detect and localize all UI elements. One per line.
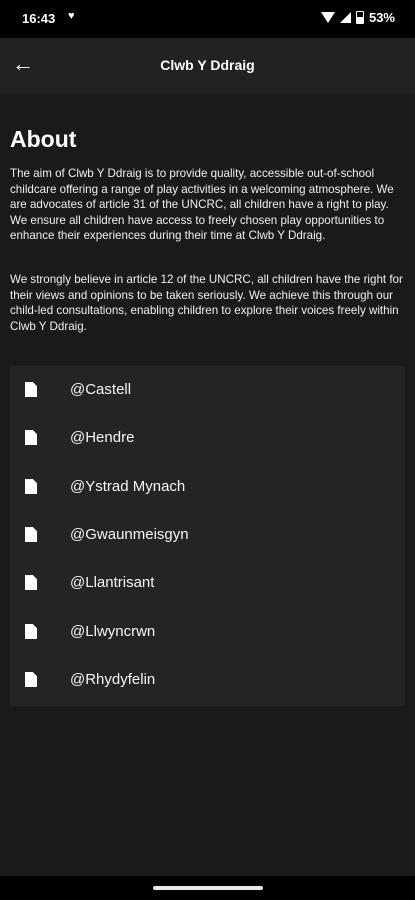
locations-list: @Castell @Hendre @Ystrad Mynach @Gwaunme… <box>10 366 405 706</box>
list-item-gwaunmeisgyn[interactable]: @Gwaunmeisgyn <box>10 511 405 559</box>
page-title: Clwb Y Ddraig <box>160 57 255 73</box>
document-icon <box>25 624 37 639</box>
battery-percentage: 53% <box>368 10 395 25</box>
status-time: 16:43 <box>22 11 56 26</box>
about-paragraph-2: We strongly believe in article 12 of the… <box>10 273 403 333</box>
list-item-castell[interactable]: @Castell <box>10 366 405 414</box>
document-icon <box>25 430 37 445</box>
about-heading: About <box>10 126 77 152</box>
heart-icon: ♥ <box>68 10 75 22</box>
navigation-bar <box>0 876 415 900</box>
list-item-label: @Llantrisant <box>70 574 155 591</box>
battery-icon <box>355 11 364 24</box>
document-icon <box>25 527 37 542</box>
document-icon <box>25 382 37 397</box>
list-item-label: @Rhydyfelin <box>70 671 156 688</box>
document-icon <box>25 575 37 590</box>
signal-icon <box>339 12 351 23</box>
home-gesture-handle[interactable] <box>153 886 263 890</box>
list-item-label: @Hendre <box>70 429 135 446</box>
list-item-label: @Ystrad Mynach <box>70 478 186 495</box>
list-item-ystrad-mynach[interactable]: @Ystrad Mynach <box>10 463 405 511</box>
status-bar: 16:43 ♥ 53% <box>0 0 415 38</box>
list-item-llwyncrwn[interactable]: @Llwyncrwn <box>10 608 405 656</box>
wifi-icon <box>320 12 335 23</box>
document-icon <box>25 479 37 494</box>
list-item-label: @Castell <box>70 381 132 398</box>
list-item-label: @Gwaunmeisgyn <box>70 526 189 543</box>
list-item-llantrisant[interactable]: @Llantrisant <box>10 559 405 607</box>
app-bar: ← Clwb Y Ddraig <box>0 38 415 94</box>
document-icon <box>25 672 37 687</box>
about-paragraph-1: The aim of Clwb Y Ddraig is to provide q… <box>10 167 394 242</box>
list-item-rhydyfelin[interactable]: @Rhydyfelin <box>10 656 405 704</box>
status-icons: 53% <box>320 10 395 25</box>
list-item-hendre[interactable]: @Hendre <box>10 414 405 462</box>
list-item-label: @Llwyncrwn <box>70 623 156 640</box>
